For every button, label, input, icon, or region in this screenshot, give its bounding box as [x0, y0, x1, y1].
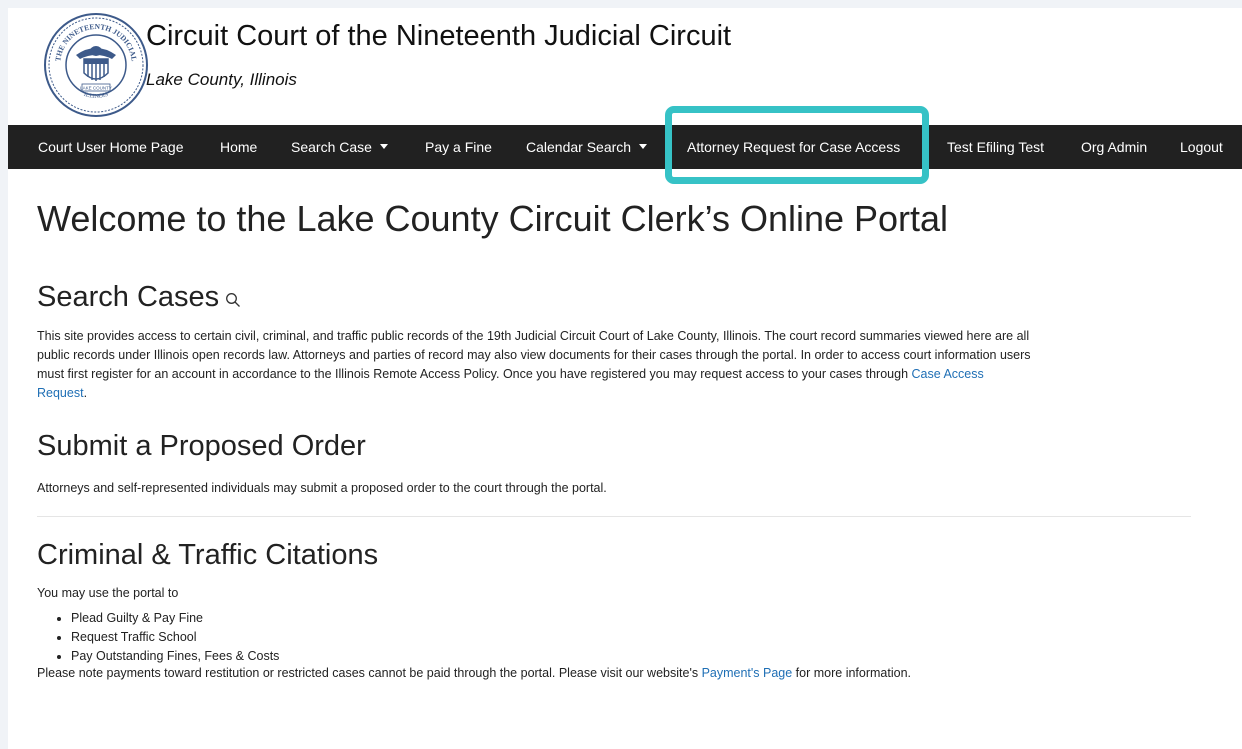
nav-court-user-home[interactable]: Court User Home Page — [38, 125, 184, 169]
proposed-order-heading: Submit a Proposed Order — [37, 430, 366, 462]
site-header: THE NINETEENTH JUDICIAL ILLINOIS LAKE CO… — [8, 8, 1242, 125]
nav-label: Calendar Search — [526, 139, 632, 155]
caret-down-icon — [379, 143, 388, 149]
nav-label: Org Admin — [1081, 139, 1148, 155]
caret-down-icon — [639, 143, 648, 149]
nav-label: Test Efiling Test — [947, 139, 1045, 155]
search-cases-heading: Search Cases — [37, 281, 241, 314]
nav-home[interactable]: Home — [220, 125, 257, 169]
main-navbar: Court User Home Page Home Search Case Pa… — [8, 125, 1242, 169]
search-cases-body: This site provides access to certain civ… — [37, 329, 1031, 381]
search-cases-title: Search Cases — [37, 281, 220, 313]
seal-banner-text: LAKE COUNTY — [80, 86, 112, 91]
payments-page-link[interactable]: Payment's Page — [702, 666, 793, 680]
citations-list: Plead Guilty & Pay Fine Request Traffic … — [37, 609, 279, 666]
court-title: Circuit Court of the Nineteenth Judicial… — [146, 20, 732, 52]
payment-note: Please note payments toward restitution … — [37, 664, 1037, 683]
citations-intro: You may use the portal to — [37, 586, 179, 600]
list-item: Plead Guilty & Pay Fine — [71, 609, 279, 628]
payment-note-suffix: for more information. — [792, 666, 911, 680]
citations-heading: Criminal & Traffic Citations — [37, 539, 379, 571]
nav-label: Home — [220, 139, 258, 155]
divider — [37, 516, 1191, 517]
court-subtitle: Lake County, Illinois — [146, 70, 297, 89]
search-cases-text: This site provides access to certain civ… — [37, 327, 1037, 403]
search-icon — [226, 293, 241, 308]
nav-logout[interactable]: Logout — [1180, 125, 1223, 169]
period: . — [83, 386, 88, 400]
nav-test-efiling-test[interactable]: Test Efiling Test — [947, 125, 1044, 169]
court-seal-logo[interactable]: THE NINETEENTH JUDICIAL ILLINOIS LAKE CO… — [42, 11, 150, 119]
payment-note-text: Please note payments toward restitution … — [37, 666, 702, 680]
highlight-box — [665, 106, 929, 184]
page-title: Welcome to the Lake County Circuit Clerk… — [37, 198, 949, 239]
nav-label: Court User Home Page — [38, 139, 184, 155]
page: THE NINETEENTH JUDICIAL ILLINOIS LAKE CO… — [8, 8, 1242, 749]
list-item: Request Traffic School — [71, 628, 279, 647]
nav-search-case-dropdown[interactable]: Search Case — [291, 125, 388, 169]
nav-label: Search Case — [291, 139, 372, 155]
proposed-order-text: Attorneys and self-represented individua… — [37, 481, 607, 495]
nav-org-admin[interactable]: Org Admin — [1081, 125, 1147, 169]
nav-calendar-search-dropdown[interactable]: Calendar Search — [526, 125, 648, 169]
nav-label: Logout — [1180, 139, 1223, 155]
nav-label: Pay a Fine — [425, 139, 492, 155]
nav-pay-a-fine[interactable]: Pay a Fine — [425, 125, 492, 169]
